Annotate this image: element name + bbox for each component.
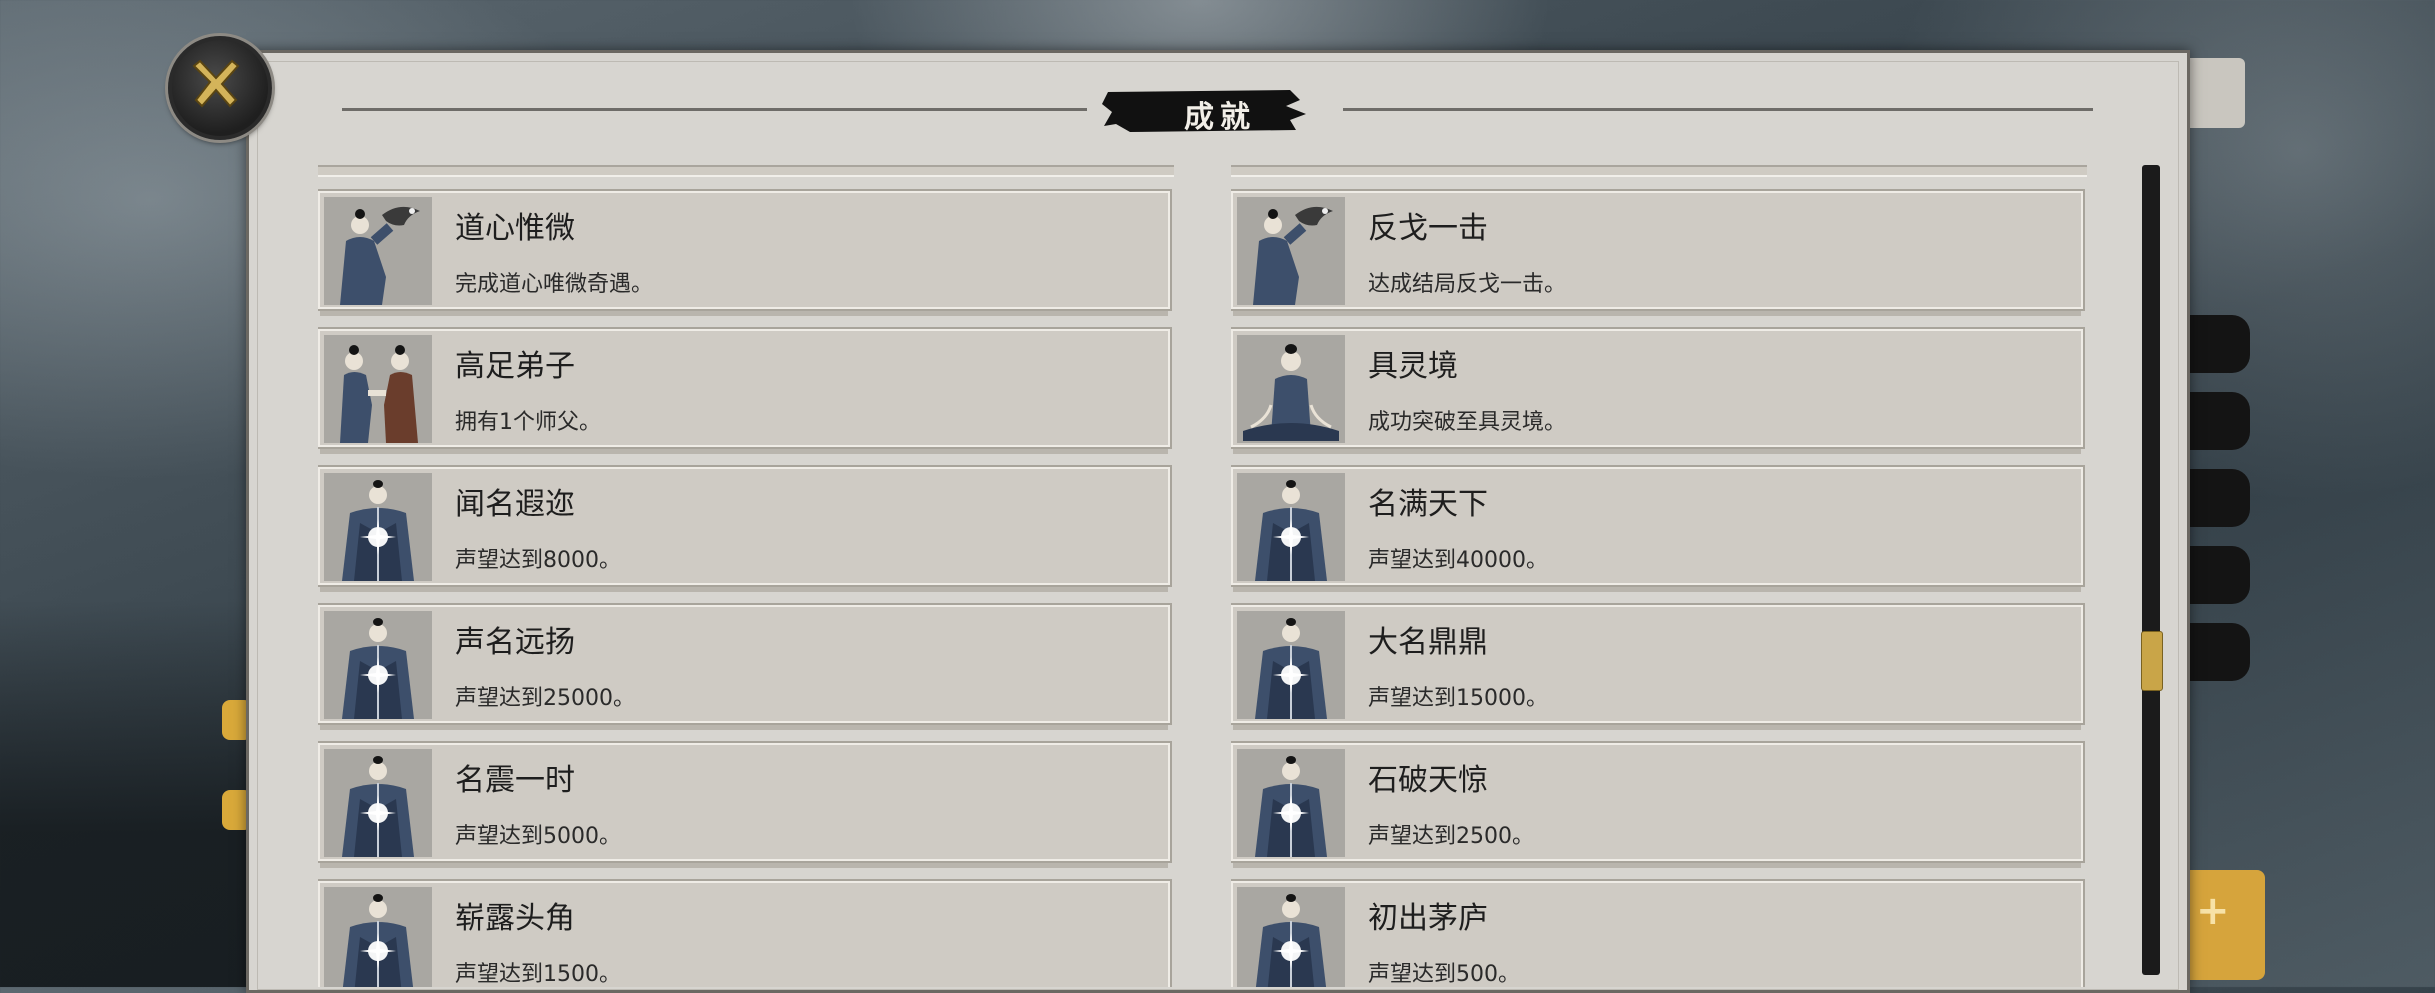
master-disciple-icon [324,335,432,443]
achievement-description: 声望达到2500。 [1368,824,1534,849]
achievement-card[interactable]: 道心惟微完成道心唯微奇遇。 [318,189,1172,316]
achievement-card[interactable]: 闻名遐迩声望达到8000。 [318,465,1172,592]
achievement-list-right[interactable]: 反戈一击达成结局反戈一击。 具灵境成功突破至具灵境。 名满天下声望达到40000… [1231,165,2087,987]
achievement-description: 达成结局反戈一击。 [1368,272,1567,297]
close-x-icon [192,59,240,108]
plus-icon: + [2196,888,2230,934]
achievement-card[interactable]: 大名鼎鼎声望达到15000。 [1231,603,2085,730]
achievement-title: 名满天下 [1368,487,1488,522]
glowing-robed-figure-icon [324,749,432,857]
page-title: 成就 [1184,100,1256,135]
achievement-card[interactable]: 反戈一击达成结局反戈一击。 [1231,189,2085,316]
achievement-description: 声望达到25000。 [455,686,635,711]
glowing-robed-figure-icon [324,473,432,581]
glowing-robed-figure-icon [1237,611,1345,719]
close-button[interactable] [168,36,272,140]
achievement-card[interactable]: 声名远扬声望达到25000。 [318,603,1172,730]
achievement-card[interactable]: 高足弟子拥有1个师父。 [318,327,1172,454]
achievement-card[interactable]: 名满天下声望达到40000。 [1231,465,2085,592]
achievement-title: 反戈一击 [1368,211,1488,246]
achievement-title: 石破天惊 [1368,763,1488,798]
scrollbar-track[interactable] [2142,165,2160,975]
achievement-title: 道心惟微 [455,211,575,246]
glowing-robed-figure-icon [324,887,432,987]
achievement-description: 声望达到8000。 [455,548,621,573]
glowing-robed-figure-icon [1237,887,1345,987]
achievement-title: 崭露头角 [455,901,575,936]
achievement-title: 声名远扬 [455,625,575,660]
achievement-title: 具灵境 [1368,349,1458,384]
achievement-title: 高足弟子 [455,349,575,384]
achievement-description: 声望达到15000。 [1368,686,1548,711]
scrollbar-thumb[interactable] [2141,631,2163,692]
achievement-card[interactable]: 石破天惊声望达到2500。 [1231,741,2085,868]
achievement-description: 完成道心唯微奇遇。 [455,272,654,297]
achievement-description: 拥有1个师父。 [455,410,601,435]
glowing-robed-figure-icon [1237,473,1345,581]
card-shadow [320,725,1168,730]
achievement-card[interactable]: 具灵境成功突破至具灵境。 [1231,327,2085,454]
achievement-title: 初出茅庐 [1368,901,1488,936]
glowing-robed-figure-icon [324,611,432,719]
title-divider-left [342,108,1087,111]
card-shadow [320,449,1168,454]
achievement-title: 闻名遐迩 [455,487,575,522]
background-shadow [0,600,260,987]
achievement-description: 声望达到500。 [1368,962,1520,987]
list-top-edge [318,165,1174,177]
glowing-robed-figure-icon [1237,749,1345,857]
gold-card[interactable]: + [2180,870,2265,980]
achievement-card[interactable]: 名震一时声望达到5000。 [318,741,1172,868]
list-top-edge [1231,165,2087,177]
card-shadow [320,863,1168,868]
title-divider-right [1343,108,2093,111]
card-shadow [1233,311,2081,316]
achievement-description: 成功突破至具灵境。 [1368,410,1567,435]
card-shadow [1233,587,2081,592]
card-shadow [1233,863,2081,868]
card-shadow [1233,449,2081,454]
card-shadow [320,311,1168,316]
achievement-list-left[interactable]: 道心惟微 完成道心唯微奇遇。 高足弟子 拥有1个师父。 闻名遐迩 声望达到8000。 … [318,165,1174,987]
achievement-description: 声望达到5000。 [455,824,621,849]
achievement-description: 声望达到40000。 [1368,548,1548,573]
achievement-description: 声望达到1500。 [455,962,621,987]
achievement-card[interactable]: 初出茅庐声望达到500。 [1231,879,2085,987]
achievement-title: 名震一时 [455,763,575,798]
scholar-with-bird-icon [324,197,432,305]
card-shadow [320,587,1168,592]
achievement-card[interactable]: 崭露头角声望达到1500。 [318,879,1172,987]
meditating-figure-icon [1237,335,1345,443]
achievement-title: 大名鼎鼎 [1368,625,1488,660]
scholar-with-bird-icon [1237,197,1345,305]
card-shadow [1233,725,2081,730]
